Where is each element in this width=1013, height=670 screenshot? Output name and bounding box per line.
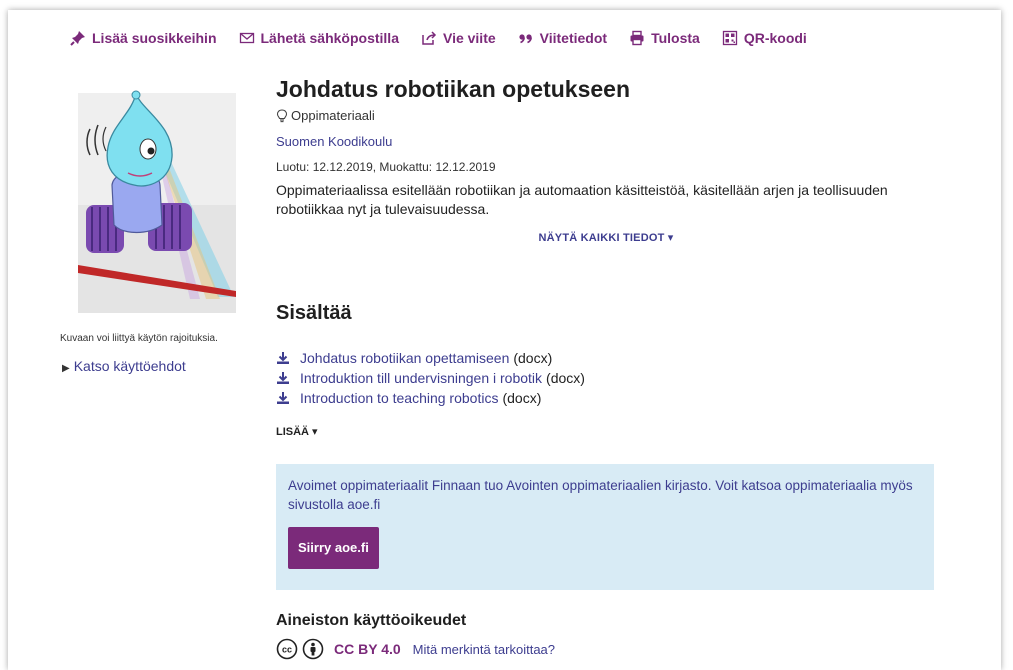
file-extension: (docx) [546, 370, 585, 386]
record-description: Oppimateriaalissa esitellään robotiikan … [276, 182, 888, 217]
usage-rights-heading: Aineiston käyttöoikeudet [276, 612, 467, 629]
caret-right-icon: ▶ [62, 363, 70, 374]
quote-icon [519, 34, 532, 44]
file-link[interactable]: Introduktion till undervisningen i robot… [300, 370, 542, 386]
attribution-icon [302, 638, 324, 660]
file-link[interactable]: Johdatus robotiikan opettamiseen [300, 350, 509, 366]
contents-heading: Sisältää [276, 302, 352, 324]
add-favorite-label: Lisää suosikkeihin [92, 30, 217, 46]
list-item: Introduction to teaching robotics (docx) [276, 388, 585, 408]
file-extension: (docx) [513, 350, 553, 366]
record-details: Johdatus robotiikan opetukseen Oppimater… [276, 76, 936, 244]
envelope-icon [239, 32, 254, 44]
download-icon [277, 372, 289, 384]
license-row: cc CC BY 4.0 Mitä merkintä tarkoittaa? [276, 638, 555, 660]
lightbulb-icon [276, 108, 288, 122]
page-title: Johdatus robotiikan opetukseen [276, 76, 630, 102]
aoe-notice-text: Avoimet oppimateriaalit Finnaan tuo Avoi… [288, 478, 913, 512]
show-more-button[interactable]: LISÄÄ ▾ [276, 425, 318, 438]
file-link[interactable]: Introduction to teaching robotics [300, 390, 498, 406]
qr-code-button[interactable]: QR-koodi [722, 30, 807, 46]
record-toolbar: Lisää suosikkeihin Lähetä sähköpostilla … [70, 30, 829, 46]
format-label: Oppimateriaali [291, 108, 375, 123]
license-info-link[interactable]: Mitä merkintä tarkoittaa? [413, 642, 555, 657]
export-citation-label: Vie viite [442, 30, 496, 46]
download-icon [277, 352, 289, 364]
list-item: Introduktion till undervisningen i robot… [276, 368, 585, 388]
qr-code-label: QR-koodi [743, 30, 807, 46]
file-extension: (docx) [502, 390, 542, 406]
aoe-notice-panel: Avoimet oppimateriaalit Finnaan tuo Avoi… [276, 464, 934, 590]
record-thumbnail[interactable] [78, 85, 236, 313]
file-list: Johdatus robotiikan opettamiseen (docx) … [276, 348, 585, 408]
page-frame: Lisää suosikkeihin Lähetä sähköpostilla … [8, 10, 1001, 670]
terms-link-label: Katso käyttöehdot [73, 358, 186, 374]
pin-icon [70, 31, 85, 46]
terms-link[interactable]: ▶ Katso käyttöehdot [62, 358, 186, 374]
send-email-label: Lähetä sähköpostilla [260, 30, 399, 46]
citation-info-button[interactable]: Viitetiedot [518, 30, 607, 46]
citation-info-label: Viitetiedot [539, 30, 608, 46]
add-favorite-button[interactable]: Lisää suosikkeihin [70, 30, 217, 46]
download-icon [277, 392, 289, 404]
export-citation-button[interactable]: Vie viite [421, 30, 496, 46]
print-button[interactable]: Tulosta [629, 30, 700, 46]
license-name: CC BY 4.0 [334, 641, 401, 657]
share-icon [422, 31, 437, 45]
printer-icon [630, 30, 644, 46]
send-email-button[interactable]: Lähetä sähköpostilla [239, 30, 399, 46]
organization-link[interactable]: Suomen Koodikoulu [276, 134, 392, 149]
print-label: Tulosta [651, 30, 700, 46]
record-dates: Luotu: 12.12.2019, Muokattu: 12.12.2019 [276, 160, 496, 174]
list-item: Johdatus robotiikan opettamiseen (docx) [276, 348, 585, 368]
go-to-aoe-button[interactable]: Siirry aoe.fi [288, 527, 379, 569]
svg-text:cc: cc [282, 645, 292, 655]
image-restriction-note: Kuvaan voi liittyä käytön rajoituksia. [60, 333, 218, 344]
show-all-details-button[interactable]: NÄYTÄ KAIKKI TIEDOT ▾ [276, 231, 936, 244]
format-badge: Oppimateriaali [276, 108, 936, 123]
qr-code-icon [722, 30, 737, 46]
creative-commons-icon: cc [276, 638, 298, 660]
